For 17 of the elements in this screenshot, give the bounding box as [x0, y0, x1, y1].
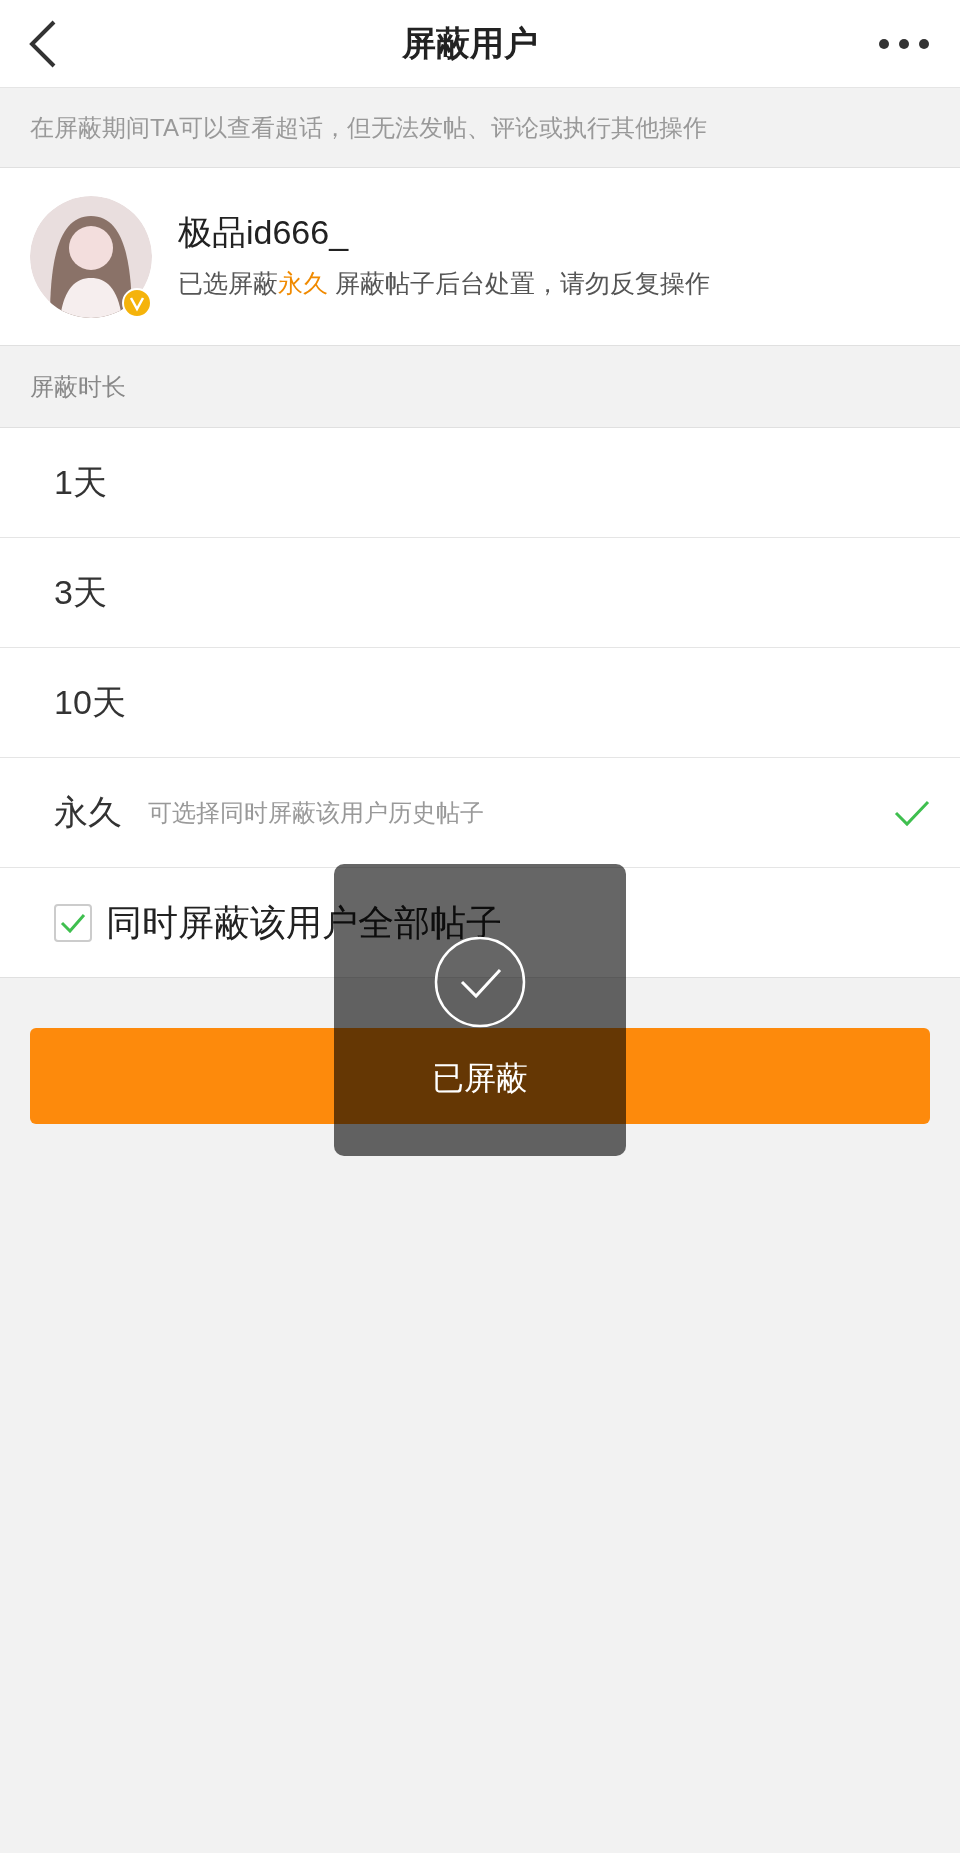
- option-hint: 可选择同时屏蔽该用户历史帖子: [148, 797, 484, 828]
- block-button[interactable]: [30, 1028, 930, 1124]
- block-status-text: 已选屏蔽永久 屏蔽帖子后台处置，请勿反复操作: [178, 268, 710, 299]
- toast-text: 已屏蔽: [432, 1059, 528, 1098]
- check-icon: [60, 912, 86, 933]
- user-name: 极品id666_: [178, 211, 350, 253]
- back-icon: [28, 19, 58, 68]
- page-title: 屏蔽用户: [402, 23, 538, 64]
- section-label: 屏蔽时长: [30, 371, 126, 402]
- checkbox[interactable]: [54, 903, 92, 942]
- duration-option[interactable]: 3天: [0, 538, 960, 648]
- check-icon: [894, 798, 930, 827]
- duration-option[interactable]: 10天: [0, 648, 960, 758]
- more-icon: [878, 37, 930, 50]
- duration-option[interactable]: 1天: [0, 428, 960, 538]
- notice-text: 在屏蔽期间TA可以查看超话，但无法发帖、评论或执行其他操作: [30, 112, 707, 143]
- duration-option[interactable]: 永久 可选择同时屏蔽该用户历史帖子: [0, 758, 960, 868]
